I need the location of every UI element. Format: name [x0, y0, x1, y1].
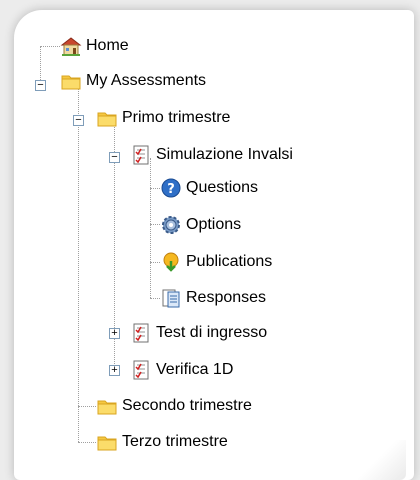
folder-icon	[97, 112, 117, 127]
tree-node-test-di-ingresso[interactable]: Test di ingresso	[130, 322, 267, 344]
tree-line	[150, 298, 160, 299]
tree-node-label: Questions	[186, 179, 259, 196]
tree-node-label: Primo trimestre	[122, 109, 231, 126]
tree-node-verifica-1d[interactable]: Verifica 1D	[130, 359, 233, 381]
folder-icon	[61, 75, 81, 90]
collapse-toggle-primo-trimestre[interactable]: −	[73, 115, 84, 126]
tree-node-secondo-trimestre[interactable]: Secondo trimestre	[96, 395, 252, 417]
tree-line	[150, 158, 151, 298]
tree-node-label: Home	[86, 37, 129, 54]
responses-icon	[162, 289, 180, 308]
tree-node-publications[interactable]: Publications	[160, 251, 272, 273]
tree-node-label: Simulazione Invalsi	[156, 146, 293, 163]
tree-line	[78, 86, 79, 442]
tree-node-primo-trimestre[interactable]: Primo trimestre	[96, 107, 230, 129]
question-icon: ?	[161, 178, 181, 198]
tree-node-label: Verifica 1D	[156, 361, 234, 378]
tree-line	[40, 46, 60, 47]
tree-node-label: Terzo trimestre	[122, 433, 228, 450]
tree-node-options[interactable]: Options	[160, 214, 241, 236]
assessment-tree: − − − + + Home My Assessments Primo trim…	[0, 0, 420, 477]
tree-node-terzo-trimestre[interactable]: Terzo trimestre	[96, 431, 228, 453]
tree-node-my-assessments[interactable]: My Assessments	[60, 70, 206, 92]
tree-node-label: My Assessments	[86, 72, 207, 89]
test-document-icon	[133, 323, 149, 343]
svg-text:?: ?	[167, 182, 175, 197]
test-document-icon	[133, 360, 149, 380]
publications-icon	[163, 252, 179, 272]
gear-icon	[162, 216, 180, 234]
collapse-toggle-my-assessments[interactable]: −	[35, 80, 46, 91]
tree-node-label: Options	[186, 216, 242, 233]
tree-line	[150, 188, 160, 189]
tree-node-label: Publications	[186, 253, 273, 270]
tree-node-label: Secondo trimestre	[122, 397, 252, 414]
folder-icon	[97, 436, 117, 451]
test-document-icon	[133, 145, 149, 165]
folder-icon	[97, 400, 117, 415]
tree-node-home[interactable]: Home	[60, 35, 129, 57]
tree-node-questions[interactable]: ? Questions	[160, 177, 258, 199]
home-icon	[60, 37, 82, 56]
expand-toggle-test-di-ingresso[interactable]: +	[109, 328, 120, 339]
collapse-toggle-simulazione-invalsi[interactable]: −	[109, 152, 120, 163]
tree-node-label: Responses	[186, 289, 267, 306]
tree-node-responses[interactable]: Responses	[160, 287, 266, 309]
expand-toggle-verifica-1d[interactable]: +	[109, 365, 120, 376]
tree-line	[150, 262, 160, 263]
tree-node-simulazione-invalsi[interactable]: Simulazione Invalsi	[130, 144, 293, 166]
tree-line	[150, 224, 160, 225]
tree-node-label: Test di ingresso	[156, 324, 268, 341]
tree-line	[78, 442, 96, 443]
tree-line	[78, 406, 96, 407]
